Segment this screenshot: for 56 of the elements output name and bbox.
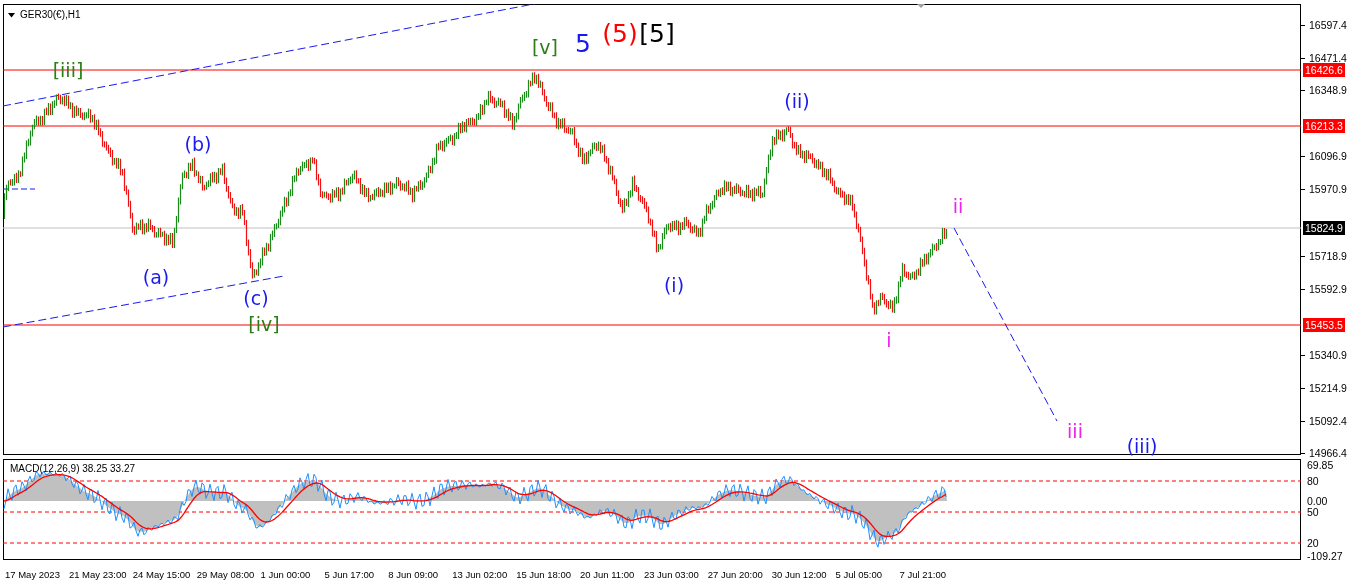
wave-label: ii [952,196,964,216]
wave-label: [5] [639,20,675,46]
price-tag: 15824.9 [1303,221,1345,235]
time-axis-label: 8 Jun 09:00 [388,568,439,580]
time-axis-label: 23 Jun 03:00 [643,568,700,580]
wave-label: (iii) [1126,436,1158,456]
wave-label: (a) [142,267,170,287]
time-axis-label: 24 May 15:00 [132,568,192,580]
macd-axis-label: 20 [1307,537,1319,549]
macd-axis-label: 0.00 [1307,495,1328,507]
shift-marker-icon[interactable] [917,4,925,8]
macd-axis-label: -109.27 [1307,550,1343,562]
macd-axis-label: 69.85 [1307,459,1334,471]
dropdown-icon[interactable] [8,12,15,18]
time-axis-label: 17 May 2023 [5,568,61,580]
macd-title: MACD(12,26,9) 38.25 33.27 [10,463,136,474]
time-axis-label: 1 Jun 00:00 [260,568,312,580]
price-tag: 15453.5 [1303,318,1345,332]
trend-line [3,188,36,190]
wave-label: [iii] [52,60,84,80]
price-tag: 16426.6 [1303,63,1345,77]
time-axis-label: 15 Jun 18:00 [516,568,573,580]
wave-label: (c) [243,288,269,308]
wave-label: (i) [663,275,685,295]
price-axis-label: 15214.9 [1309,382,1347,394]
wave-label: 5 [575,30,591,56]
price-axis-label: 15592.9 [1309,283,1347,295]
price-axis-label: 14966.4 [1309,447,1347,459]
time-axis-label: 21 May 23:00 [68,568,128,580]
price-axis-label: 15092.4 [1309,415,1347,427]
time-axis-label: 13 Jun 02:00 [452,568,509,580]
wave-label: [v] [531,37,559,57]
macd-axis-label: 80 [1307,475,1319,487]
time-axis-label: 7 Jul 21:00 [899,568,947,580]
price-tag: 16213.3 [1303,119,1345,133]
time-axis-label: 5 Jun 17:00 [324,568,376,580]
price-axis-label: 16471.4 [1309,52,1347,64]
wave-label: (ii) [784,91,810,111]
wave-label: iii [1067,421,1083,441]
price-axis-label: 15970.9 [1309,183,1347,195]
wave-label: [iv] [248,314,280,334]
time-axis-label: 29 May 08:00 [196,568,256,580]
macd-axis-label: 50 [1307,506,1319,518]
time-axis-label: 27 Jun 20:00 [707,568,764,580]
wave-label: i [886,330,892,350]
price-axis-label: 16597.4 [1309,19,1347,31]
chart-symbol-title: GER30(€),H1 [20,9,81,21]
wave-label: (5) [602,20,638,46]
wave-label: (b) [184,134,212,154]
price-axis-label: 16348.9 [1309,84,1347,96]
price-axis-label: 15718.9 [1309,250,1347,262]
price-axis-label: 15340.9 [1309,349,1347,361]
price-axis-label: 16096.9 [1309,150,1347,162]
time-axis-label: 20 Jun 11:00 [580,568,636,580]
time-axis-label: 30 Jun 12:00 [771,568,828,580]
time-axis-label: 5 Jul 05:00 [835,568,884,580]
